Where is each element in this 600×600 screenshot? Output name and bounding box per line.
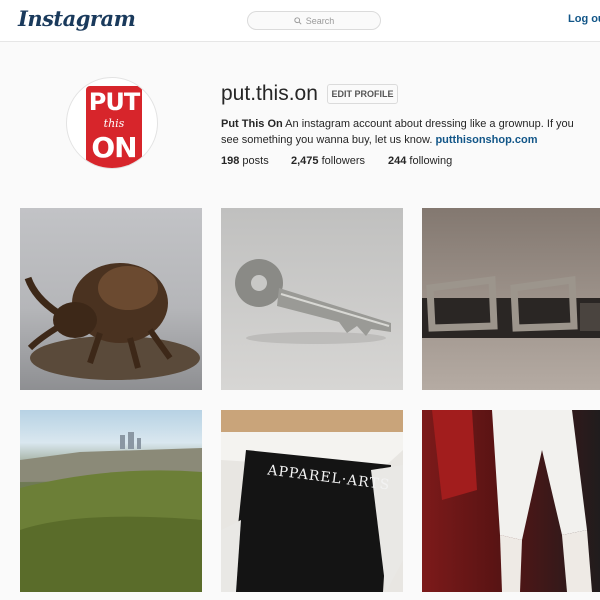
beetle-figurine-photo: [24, 263, 200, 380]
posts-count: 198 posts: [221, 155, 291, 167]
post-tile-beetle[interactable]: [20, 208, 202, 390]
post-tile-hillside[interactable]: [20, 410, 202, 592]
posts-count-label: posts: [239, 155, 269, 167]
followers-count-label: followers: [318, 155, 365, 167]
hillside-landscape-photo: [20, 432, 202, 592]
search-input[interactable]: Search: [247, 11, 381, 30]
instagram-logo[interactable]: Instagram: [18, 6, 136, 31]
avatar-logo-text-put: PUT: [88, 88, 140, 116]
posts-count-value: 198: [221, 155, 240, 167]
profile-website-link[interactable]: putthisonshop.com: [435, 134, 537, 146]
followers-count-value: 2,475: [291, 155, 319, 167]
avatar-logo-text-this: this: [103, 117, 125, 130]
post-tile-scarf[interactable]: [422, 410, 600, 592]
belt-buckles-photo: [422, 276, 600, 338]
profile-stats: 198 posts 2,475 followers 244 following: [221, 155, 452, 167]
avatar-logo-text-on: ON: [91, 131, 137, 164]
put-this-on-logo: PUT this ON: [86, 86, 142, 168]
edit-profile-button[interactable]: EDIT PROFILE: [327, 84, 398, 104]
post-tile-key[interactable]: [221, 208, 403, 390]
search-icon: [294, 16, 302, 25]
key-photo: [235, 259, 391, 344]
profile-bio: Put This On An instagram account about d…: [221, 116, 591, 148]
following-count-value: 244: [388, 155, 407, 167]
search-placeholder: Search: [305, 15, 335, 26]
profile-full-name: Put This On: [221, 118, 283, 130]
following-count-label: following: [406, 155, 453, 167]
white-scarf-photo: [432, 410, 592, 592]
profile-username: put.this.on: [221, 82, 318, 105]
post-tile-apparel-arts[interactable]: APPAREL·ARTS: [221, 410, 403, 592]
logout-link[interactable]: Log out: [568, 13, 600, 25]
followers-count[interactable]: 2,475 followers: [291, 155, 388, 167]
apparel-arts-book-photo: [221, 410, 403, 592]
top-navigation-bar: Instagram Search Log out: [0, 0, 600, 42]
profile-avatar[interactable]: PUT this ON: [66, 77, 158, 169]
post-tile-buckles[interactable]: [422, 208, 600, 390]
following-count[interactable]: 244 following: [388, 155, 452, 167]
